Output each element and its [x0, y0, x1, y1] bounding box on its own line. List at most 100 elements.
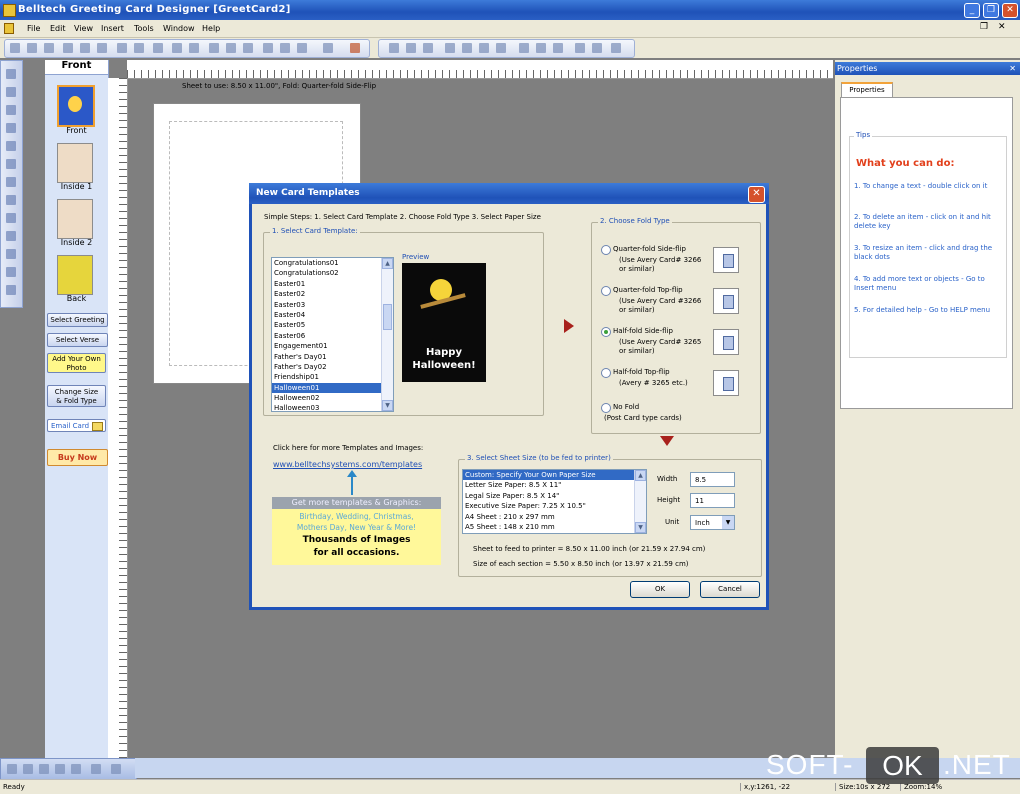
add-photo-button[interactable]: Add Your Own Photo	[47, 353, 106, 373]
scroll-down-icon[interactable]: ▼	[635, 522, 646, 533]
close-doc-icon[interactable]: ✕	[998, 22, 1006, 32]
fold-radio[interactable]	[601, 286, 611, 296]
tab-properties[interactable]: Properties	[841, 82, 893, 97]
line-tool-icon[interactable]	[6, 141, 16, 151]
template-list[interactable]: Congratulations01 Congratulations02 Easter…	[271, 257, 394, 412]
page-thumb-inside1[interactable]	[57, 143, 93, 183]
template-item[interactable]: Friendship01	[272, 372, 393, 382]
size-item[interactable]: Legal Size Paper: 8.5 X 14"	[463, 491, 646, 501]
template-item[interactable]: Halloween01	[272, 382, 393, 394]
page-tab-icon[interactable]	[55, 764, 65, 774]
fold-radio[interactable]	[601, 403, 611, 413]
preview-icon[interactable]	[189, 43, 199, 53]
image-icon[interactable]	[226, 43, 236, 53]
align-left-icon[interactable]	[445, 43, 455, 53]
template-item[interactable]: Congratulations02	[272, 268, 393, 278]
change-size-button[interactable]: Change Size & Fold Type	[47, 385, 106, 407]
new-icon[interactable]	[10, 43, 20, 53]
align-right-icon[interactable]	[479, 43, 489, 53]
wizard-icon[interactable]	[323, 43, 333, 53]
height-input[interactable]: 11	[690, 493, 735, 508]
justify-icon[interactable]	[496, 43, 506, 53]
scroll-up-icon[interactable]: ▲	[382, 258, 393, 269]
minimize-button[interactable]: _	[964, 3, 980, 18]
page-thumb-back[interactable]	[57, 255, 93, 295]
undo-icon[interactable]	[117, 43, 127, 53]
menu-view[interactable]: View	[74, 24, 93, 33]
menu-edit[interactable]: Edit	[50, 24, 66, 33]
template-item[interactable]: Easter01	[272, 279, 393, 289]
size-item[interactable]: Custom: Specify Your Own Paper Size	[463, 470, 646, 481]
delete-icon[interactable]	[153, 43, 163, 53]
fold-option-label[interactable]: No Fold	[613, 403, 639, 412]
menu-window[interactable]: Window	[163, 24, 195, 33]
restore-doc-icon[interactable]: ❐	[980, 22, 988, 32]
page-thumb-inside2[interactable]	[57, 199, 93, 239]
page-tab-icon[interactable]	[39, 764, 49, 774]
paint-icon[interactable]	[350, 43, 360, 53]
close-window-button[interactable]: ✕	[1002, 3, 1018, 18]
grid-icon[interactable]	[243, 43, 253, 53]
ungroup-icon[interactable]	[611, 43, 621, 53]
template-item[interactable]: Easter05	[272, 320, 393, 330]
italic-icon[interactable]	[406, 43, 416, 53]
template-item[interactable]: Engagement01	[272, 341, 393, 351]
flip-icon[interactable]	[575, 43, 585, 53]
scroll-thumb[interactable]	[383, 304, 392, 330]
fit-icon[interactable]	[297, 43, 307, 53]
group-icon[interactable]	[592, 43, 602, 53]
rect-tool-icon[interactable]	[6, 105, 16, 115]
fold-radio[interactable]	[601, 368, 611, 378]
page-thumb-front[interactable]	[57, 85, 95, 127]
align-center-icon[interactable]	[462, 43, 472, 53]
size-list[interactable]: Custom: Specify Your Own Paper Size Lette…	[462, 469, 647, 534]
size-list-scrollbar[interactable]: ▲ ▼	[634, 470, 646, 533]
copy-icon[interactable]	[80, 43, 90, 53]
underline-icon[interactable]	[423, 43, 433, 53]
bring-front-icon[interactable]	[519, 43, 529, 53]
width-input[interactable]: 8.5	[690, 472, 735, 487]
fill-tool-icon[interactable]	[6, 249, 16, 259]
shape-tool-icon[interactable]	[6, 213, 16, 223]
print-icon[interactable]	[172, 43, 182, 53]
select-greeting-button[interactable]: Select Greeting	[47, 313, 108, 327]
email-card-button[interactable]: Email Card	[47, 419, 106, 432]
clipart-tool-icon[interactable]	[6, 195, 16, 205]
more-templates-link[interactable]: www.belltechsystems.com/templates	[273, 460, 422, 469]
bold-icon[interactable]	[389, 43, 399, 53]
template-item[interactable]: Father's Day02	[272, 362, 393, 372]
border-tool-icon[interactable]	[6, 231, 16, 241]
page-tab-icon[interactable]	[111, 764, 121, 774]
text-tool-icon[interactable]	[6, 87, 16, 97]
send-back-icon[interactable]	[536, 43, 546, 53]
menu-tools[interactable]: Tools	[134, 24, 154, 33]
size-item[interactable]: Executive Size Paper: 7.25 X 10.5"	[463, 501, 646, 511]
page-tab-icon[interactable]	[7, 764, 17, 774]
page-tab-icon[interactable]	[71, 764, 81, 774]
ellipse-tool-icon[interactable]	[6, 123, 16, 133]
dialog-close-button[interactable]: ✕	[748, 186, 765, 203]
size-item[interactable]: A4 Sheet : 210 x 297 mm	[463, 512, 646, 522]
zoom-in-icon[interactable]	[263, 43, 273, 53]
fold-radio[interactable]	[601, 327, 611, 337]
star-tool-icon[interactable]	[6, 159, 16, 169]
zoom-out-icon[interactable]	[280, 43, 290, 53]
fold-option-label[interactable]: Quarter-fold Top-flip	[613, 286, 683, 295]
fold-option-label[interactable]: Half-fold Top-flip	[613, 368, 670, 377]
template-item[interactable]: Halloween02	[272, 393, 393, 403]
redo-icon[interactable]	[134, 43, 144, 53]
open-icon[interactable]	[27, 43, 37, 53]
template-list-scrollbar[interactable]: ▲ ▼	[381, 258, 393, 411]
fold-radio[interactable]	[601, 245, 611, 255]
template-item[interactable]: Congratulations01	[272, 258, 393, 268]
template-item[interactable]: Halloween03	[272, 403, 393, 411]
cut-icon[interactable]	[63, 43, 73, 53]
cancel-button[interactable]: Cancel	[700, 581, 760, 598]
buy-now-button[interactable]: Buy Now	[47, 449, 108, 466]
save-icon[interactable]	[44, 43, 54, 53]
pen-tool-icon[interactable]	[6, 267, 16, 277]
layout-icon[interactable]	[209, 43, 219, 53]
template-item[interactable]: Easter06	[272, 331, 393, 341]
size-item[interactable]: A5 Sheet : 148 x 210 mm	[463, 522, 646, 532]
menu-help[interactable]: Help	[202, 24, 220, 33]
